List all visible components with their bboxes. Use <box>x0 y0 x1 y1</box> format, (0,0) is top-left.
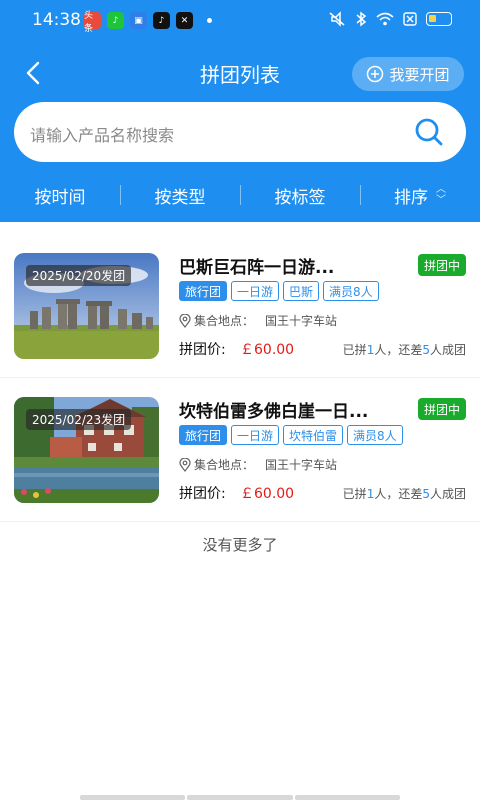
filter-by-type[interactable]: 按类型 <box>120 172 240 218</box>
bluetooth-icon <box>356 11 367 27</box>
filter-label: 按类型 <box>154 187 206 208</box>
capcut-app-icon: ✕ <box>176 12 193 29</box>
meeting-point: 集合地点： 国王十字车站 <box>179 456 337 473</box>
progress-text: 人成团 <box>429 343 466 357</box>
notification-dot <box>207 18 212 23</box>
tag: 一日游 <box>231 425 280 445</box>
group-list: 2025/02/20发团 巴斯巨石阵一日游... 拼团中 旅行团 一日游 巴斯 … <box>0 234 480 522</box>
filter-label: 排序 <box>394 187 428 208</box>
open-group-label: 我要开团 <box>389 65 450 84</box>
meeting-point: 集合地点： 国王十字车站 <box>179 312 337 329</box>
tag: 坎特伯雷 <box>283 425 344 445</box>
wifi-icon <box>376 12 394 26</box>
meeting-point-value: 国王十字车站 <box>265 458 338 472</box>
sort-arrows-icon: ︿ ﹀ <box>436 184 446 206</box>
header: 14:38 头条 ♪ ▣ ♪ ✕ 拼团列表 我要开团 请输入产品名称搜索 按时间 <box>0 0 480 222</box>
filter-label: 按时间 <box>34 187 86 208</box>
no-more-text: 没有更多了 <box>202 536 278 554</box>
location-pin-icon <box>179 313 191 328</box>
open-group-button[interactable]: 我要开团 <box>352 57 464 91</box>
meeting-point-value: 国王十字车站 <box>265 314 338 328</box>
departure-date: 2025/02/23发团 <box>26 409 132 430</box>
folder-app-icon: ▣ <box>130 12 147 29</box>
price-label: 拼团价: <box>179 342 226 358</box>
sim-off-icon <box>403 12 417 26</box>
location-pin-icon <box>179 457 191 472</box>
tiktok-app-icon: ♪ <box>153 12 170 29</box>
group-progress: 已拼1人，还差5人成团 <box>343 485 466 502</box>
status-badge: 拼团中 <box>418 398 466 420</box>
home-indicator[interactable] <box>80 795 400 800</box>
filter-by-time[interactable]: 按时间 <box>0 172 120 218</box>
missing-count: 5 <box>422 487 430 501</box>
list-item[interactable]: 2025/02/20发团 巴斯巨石阵一日游... 拼团中 旅行团 一日游 巴斯 … <box>0 234 480 378</box>
filter-by-tag[interactable]: 按标签 <box>240 172 360 218</box>
stonehenge-image: 2025/02/20发团 <box>14 253 159 359</box>
nav-bar: 拼团列表 我要开团 <box>0 52 480 94</box>
progress-text: 人，还差 <box>374 487 423 501</box>
progress-text: 人成团 <box>429 487 466 501</box>
tag: 满员8人 <box>323 281 379 301</box>
search-icon[interactable] <box>414 117 444 147</box>
mute-icon <box>329 11 345 27</box>
status-bar: 14:38 头条 ♪ ▣ ♪ ✕ <box>0 0 480 42</box>
canterbury-image: 2025/02/23发团 <box>14 397 159 503</box>
departure-date: 2025/02/20发团 <box>26 265 132 286</box>
battery-level <box>429 15 436 22</box>
price-value: ￡60.00 <box>240 486 295 502</box>
filter-label: 按标签 <box>274 187 326 208</box>
price-label: 拼团价: <box>179 486 226 502</box>
system-icons <box>328 11 452 27</box>
tag: 巴斯 <box>283 281 320 301</box>
tag: 满员8人 <box>347 425 403 445</box>
tag: 一日游 <box>231 281 280 301</box>
item-title: 坎特伯雷多佛白崖一日... <box>179 402 369 422</box>
music-app-icon: ♪ <box>107 12 124 29</box>
sort-button[interactable]: 排序 ︿ ﹀ <box>360 172 480 218</box>
tag-list: 旅行团 一日游 坎特伯雷 满员8人 <box>179 425 403 445</box>
tag: 旅行团 <box>179 281 228 301</box>
search-input[interactable]: 请输入产品名称搜索 <box>30 122 174 146</box>
group-progress: 已拼1人，还差5人成团 <box>343 341 466 358</box>
status-badge: 拼团中 <box>418 254 466 276</box>
plus-circle-icon <box>367 65 384 83</box>
battery-icon <box>426 12 452 26</box>
meeting-point-label: 集合地点： <box>194 458 255 472</box>
tag: 旅行团 <box>179 425 228 445</box>
progress-text: 已拼 <box>342 343 367 357</box>
status-time: 14:38 <box>32 10 81 30</box>
tag-list: 旅行团 一日游 巴斯 满员8人 <box>179 281 379 301</box>
toutiao-app-icon: 头条 <box>84 11 101 34</box>
filter-bar: 按时间 按类型 按标签 排序 ︿ ﹀ <box>0 172 480 218</box>
item-title: 巴斯巨石阵一日游... <box>179 258 335 278</box>
meeting-point-label: 集合地点： <box>194 314 255 328</box>
progress-text: 已拼 <box>342 487 367 501</box>
list-item[interactable]: 2025/02/23发团 坎特伯雷多佛白崖一日... 拼团中 旅行团 一日游 坎… <box>0 378 480 522</box>
missing-count: 5 <box>422 343 430 357</box>
price-value: ￡60.00 <box>240 342 295 358</box>
notification-icons: 头条 ♪ ▣ ♪ ✕ <box>84 11 193 34</box>
search-bar[interactable]: 请输入产品名称搜索 <box>14 102 466 162</box>
progress-text: 人，还差 <box>374 343 423 357</box>
